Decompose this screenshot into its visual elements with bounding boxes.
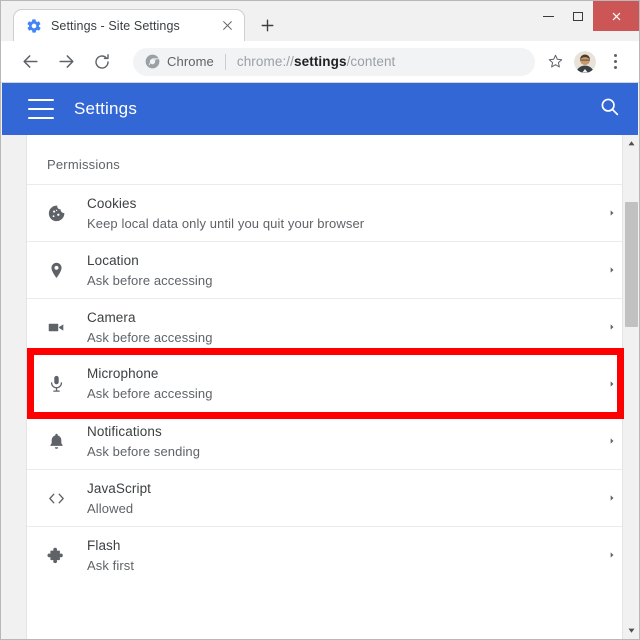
browser-toolbar: Chrome chrome://settings/content (1, 41, 639, 83)
permission-subtitle: Ask before sending (87, 443, 201, 459)
star-icon[interactable] (541, 48, 569, 76)
scroll-down-arrow-icon[interactable] (623, 622, 640, 639)
page-title: Settings (74, 99, 138, 118)
settings-header: Settings (2, 83, 638, 135)
minimize-button[interactable] (533, 1, 563, 31)
permission-title: Microphone (87, 366, 159, 381)
permission-row-text: JavaScript Allowed (79, 479, 599, 518)
new-tab-button[interactable] (253, 11, 281, 39)
bell-icon (33, 432, 79, 451)
address-bar[interactable]: Chrome chrome://settings/content (133, 47, 535, 76)
permission-subtitle: Allowed (87, 500, 134, 516)
left-gutter (1, 135, 27, 639)
hamburger-menu-icon[interactable] (28, 99, 54, 119)
scroll-up-arrow-icon[interactable] (623, 135, 640, 152)
omnibox-divider (224, 53, 226, 70)
close-window-button[interactable] (593, 1, 639, 31)
avatar[interactable] (571, 48, 599, 76)
permission-row-text: Cookies Keep local data only until you qu… (79, 194, 599, 233)
cookie-icon (33, 204, 79, 223)
gear-icon (26, 18, 42, 34)
chrome-chip-label: Chrome (167, 54, 214, 69)
permission-row-notifications[interactable]: Notifications Ask before sending (27, 412, 639, 469)
location-pin-icon (33, 261, 79, 280)
permission-row-flash[interactable]: Flash Ask first (27, 526, 639, 583)
permission-row-text: Camera Ask before accessing (79, 308, 599, 347)
permission-row-microphone[interactable]: Microphone Ask before accessing (27, 355, 639, 412)
forward-icon[interactable] (51, 47, 81, 77)
permission-subtitle: Ask before accessing (87, 386, 213, 401)
section-heading-permissions: Permissions (47, 157, 120, 172)
reload-icon[interactable] (87, 47, 117, 77)
permission-row-text: Microphone Ask before accessing (79, 364, 599, 403)
scrollbar-track[interactable] (623, 152, 640, 622)
vertical-scrollbar[interactable] (622, 135, 639, 639)
chrome-menu-icon[interactable] (601, 48, 629, 76)
permission-row-javascript[interactable]: JavaScript Allowed (27, 469, 639, 526)
permission-title: Flash (87, 537, 121, 553)
permission-subtitle: Ask before accessing (87, 329, 213, 345)
maximize-button[interactable] (563, 1, 593, 31)
permission-row-text: Location Ask before accessing (79, 251, 599, 290)
permission-title: Cookies (87, 195, 137, 211)
code-brackets-icon (33, 489, 79, 508)
browser-tab-active[interactable]: Settings - Site Settings (13, 9, 245, 41)
chrome-chip: Chrome (145, 54, 214, 69)
camera-icon (33, 318, 79, 337)
back-icon[interactable] (15, 47, 45, 77)
permission-row-location[interactable]: Location Ask before accessing (27, 241, 639, 298)
search-icon[interactable] (599, 96, 620, 122)
permission-subtitle: Ask first (87, 557, 135, 573)
scrollbar-thumb[interactable] (624, 202, 638, 327)
tab-strip: Settings - Site Settings (1, 1, 639, 41)
permission-row-cookies[interactable]: Cookies Keep local data only until you qu… (27, 184, 639, 241)
permissions-card: Permissions Cookies Keep local data only … (27, 135, 639, 639)
settings-content-area: Permissions Cookies Keep local data only … (1, 135, 639, 639)
chrome-logo-icon (145, 54, 160, 69)
permission-title: Location (87, 252, 139, 268)
microphone-icon (33, 374, 79, 393)
permissions-list: Permissions Cookies Keep local data only … (27, 135, 639, 583)
permission-row-text: Flash Ask first (79, 536, 599, 575)
window-controls (533, 1, 639, 31)
permission-title: Notifications (87, 423, 162, 439)
permission-row-camera[interactable]: Camera Ask before accessing (27, 298, 639, 355)
url-text: chrome://settings/content (236, 54, 396, 69)
close-icon[interactable] (216, 15, 238, 37)
permission-subtitle: Ask before accessing (87, 272, 213, 288)
tab-title: Settings - Site Settings (51, 18, 180, 33)
permission-subtitle: Keep local data only until you quit your… (87, 215, 365, 231)
permission-row-text: Notifications Ask before sending (79, 422, 599, 461)
browser-window: Settings - Site Settings Chrome chrome:/… (0, 0, 640, 640)
puzzle-piece-icon (33, 546, 79, 565)
permission-title: JavaScript (87, 480, 152, 496)
permission-title: Camera (87, 309, 136, 325)
